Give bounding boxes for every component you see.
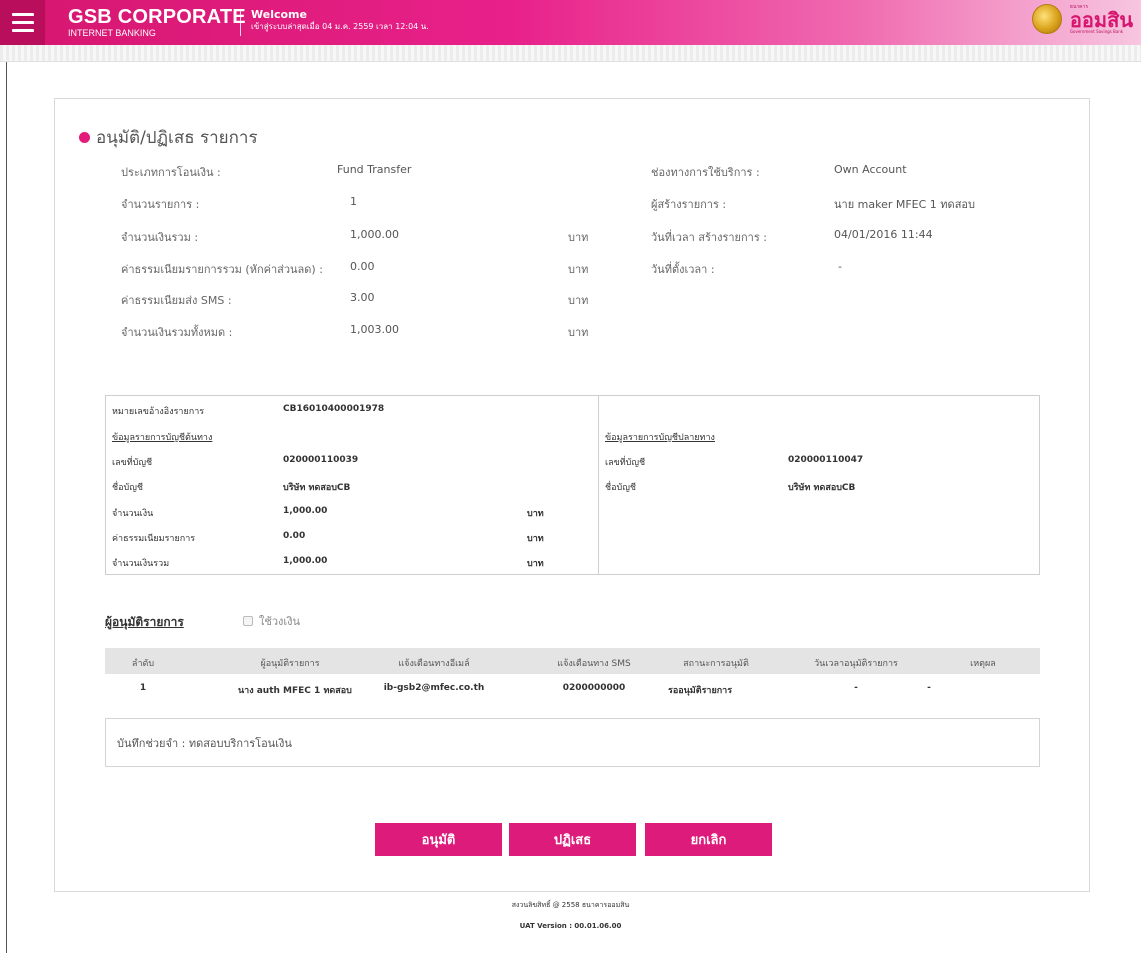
col-approver: ผู้อนุมัติรายการ — [260, 659, 320, 669]
page-title-text: อนุมัติ/ปฏิเสธ รายการ — [96, 128, 258, 148]
col-datetime: วันเวลาอนุมัติรายการ — [814, 659, 898, 669]
row-status: รออนุมัติรายการ — [668, 686, 733, 696]
amount-label: จำนวนเงิน — [112, 509, 154, 519]
approve-button[interactable]: อนุมัติ — [375, 823, 502, 856]
use-limit-option[interactable]: ใช้วงเงิน — [243, 612, 300, 630]
grand-total-label: จำนวนเงินรวมทั้งหมด : — [121, 326, 233, 339]
brand: GSB CORPORATE INTERNET BANKING — [68, 7, 246, 38]
creator-label: ผู้สร้างรายการ : — [651, 198, 727, 211]
checkbox-icon[interactable] — [243, 616, 253, 626]
footer-version: UAT Version : 00.01.06.00 — [519, 922, 622, 930]
brand-sub: INTERNET BANKING — [68, 28, 156, 38]
count-label: จำนวนรายการ : — [121, 198, 200, 211]
dest-acct-name: บริษัท ทดสอบCB — [788, 483, 856, 493]
source-acct-name: บริษัท ทดสอบCB — [283, 483, 351, 493]
col-reason: เหตุผล — [970, 659, 996, 669]
page-title: อนุมัติ/ปฏิเสธ รายการ — [79, 124, 258, 151]
col-status: สถานะการอนุมัติ — [683, 659, 749, 669]
fee-label: ค่าธรรมเนียมรายการรวม (หักค่าส่วนลด) : — [121, 263, 323, 276]
use-limit-label: ใช้วงเงิน — [259, 615, 301, 628]
created-label: วันที่เวลา สร้างรายการ : — [651, 231, 767, 244]
source-acct-name-label: ชื่อบัญชี — [112, 483, 144, 493]
detail-total-currency: บาท — [527, 559, 544, 569]
row-no: 1 — [139, 683, 147, 693]
bank-logo: ธนาคาร ออมสิน Government Savings Bank — [1031, 4, 1133, 34]
detail-fee-currency: บาท — [527, 534, 544, 544]
scheduled-label: วันที่ตั้งเวลา : — [651, 263, 715, 276]
row-approver: นาง auth MFEC 1 ทดสอบ — [238, 686, 352, 696]
total-currency: บาท — [568, 231, 589, 244]
welcome-text: Welcome — [251, 8, 307, 21]
scheduled-value: - — [838, 260, 842, 273]
total-label: จำนวนเงินรวม : — [121, 231, 199, 244]
dest-acct-no: 020000110047 — [788, 455, 864, 465]
transfer-type-label: ประเภทการโอนเงิน : — [121, 166, 221, 179]
count-value: 1 — [350, 195, 357, 208]
hamburger-icon — [11, 13, 34, 16]
fee-currency: บาท — [568, 263, 589, 276]
logo-main-text: ออมสิน — [1069, 7, 1133, 32]
amount-currency: บาท — [527, 509, 544, 519]
dest-account-title: ข้อมูลรายการบัญชีปลายทาง — [605, 433, 715, 443]
channel-label: ช่องทางการใช้บริการ : — [651, 166, 760, 179]
sms-fee-value: 3.00 — [350, 291, 375, 304]
dot-icon — [79, 132, 90, 143]
grand-total-value: 1,003.00 — [350, 323, 399, 336]
welcome-block: Welcome เข้าสู่ระบบล่าสุดเมื่อ 04 ม.ค. 2… — [251, 8, 429, 33]
transaction-detail-box — [105, 395, 1040, 575]
channel-value: Own Account — [834, 163, 907, 176]
col-email: แจ้งเตือนทางอีเมล์ — [398, 659, 470, 669]
detail-divider — [598, 395, 599, 575]
sub-header-bar — [0, 45, 1141, 62]
memo-text: บันทึกช่วยจำ : ทดสอบบริการโอนเงิน — [117, 737, 292, 750]
left-border — [6, 62, 7, 953]
ref-label: หมายเลขอ้างอิงรายการ — [112, 407, 205, 417]
creator-value: นาย maker MFEC 1 ทดสอบ — [834, 198, 975, 211]
transfer-type-value: Fund Transfer — [337, 163, 412, 176]
approvers-title: ผู้อนุมัติรายการ — [105, 615, 184, 629]
last-login-text: เข้าสู่ระบบล่าสุดเมื่อ 04 ม.ค. 2559 เวลา… — [251, 22, 429, 31]
seal-icon — [1031, 4, 1062, 34]
ref-value: CB16010400001978 — [283, 404, 385, 414]
row-sms: 0200000000 — [562, 683, 626, 693]
sms-fee-label: ค่าธรรมเนียมส่ง SMS : — [121, 294, 232, 307]
grand-total-currency: บาท — [568, 326, 589, 339]
source-acct-no-label: เลขที่บัญชี — [112, 458, 153, 468]
created-value: 04/01/2016 11:44 — [834, 228, 933, 241]
brand-name: GSB CORPORATE — [68, 6, 246, 28]
detail-fee-value: 0.00 — [283, 531, 306, 541]
row-email: ib-gsb2@mfec.co.th — [383, 683, 485, 693]
fee-value: 0.00 — [350, 260, 375, 273]
menu-button[interactable] — [0, 0, 45, 45]
detail-fee-label: ค่าธรรมเนียมรายการ — [112, 534, 196, 544]
sms-fee-currency: บาท — [568, 294, 589, 307]
cancel-button[interactable]: ยกเลิก — [645, 823, 772, 856]
row-datetime: - — [854, 683, 858, 693]
footer-copyright: สงวนลิขสิทธิ์ @ 2558 ธนาคารออมสิน — [511, 901, 630, 909]
source-account-title: ข้อมูลรายการบัญชีต้นทาง — [112, 433, 213, 443]
row-reason: - — [927, 683, 931, 693]
detail-total-label: จำนวนเงินรวม — [112, 559, 170, 569]
amount-value: 1,000.00 — [283, 506, 328, 516]
col-no: ลำดับ — [131, 659, 155, 669]
header-divider — [240, 9, 241, 36]
detail-total-value: 1,000.00 — [283, 556, 328, 566]
dest-acct-no-label: เลขที่บัญชี — [605, 458, 646, 468]
col-sms: แจ้งเตือนทาง SMS — [557, 659, 631, 669]
reject-button[interactable]: ปฏิเสธ — [509, 823, 636, 856]
total-value: 1,000.00 — [350, 228, 399, 241]
dest-acct-name-label: ชื่อบัญชี — [605, 483, 637, 493]
source-acct-no: 020000110039 — [283, 455, 359, 465]
